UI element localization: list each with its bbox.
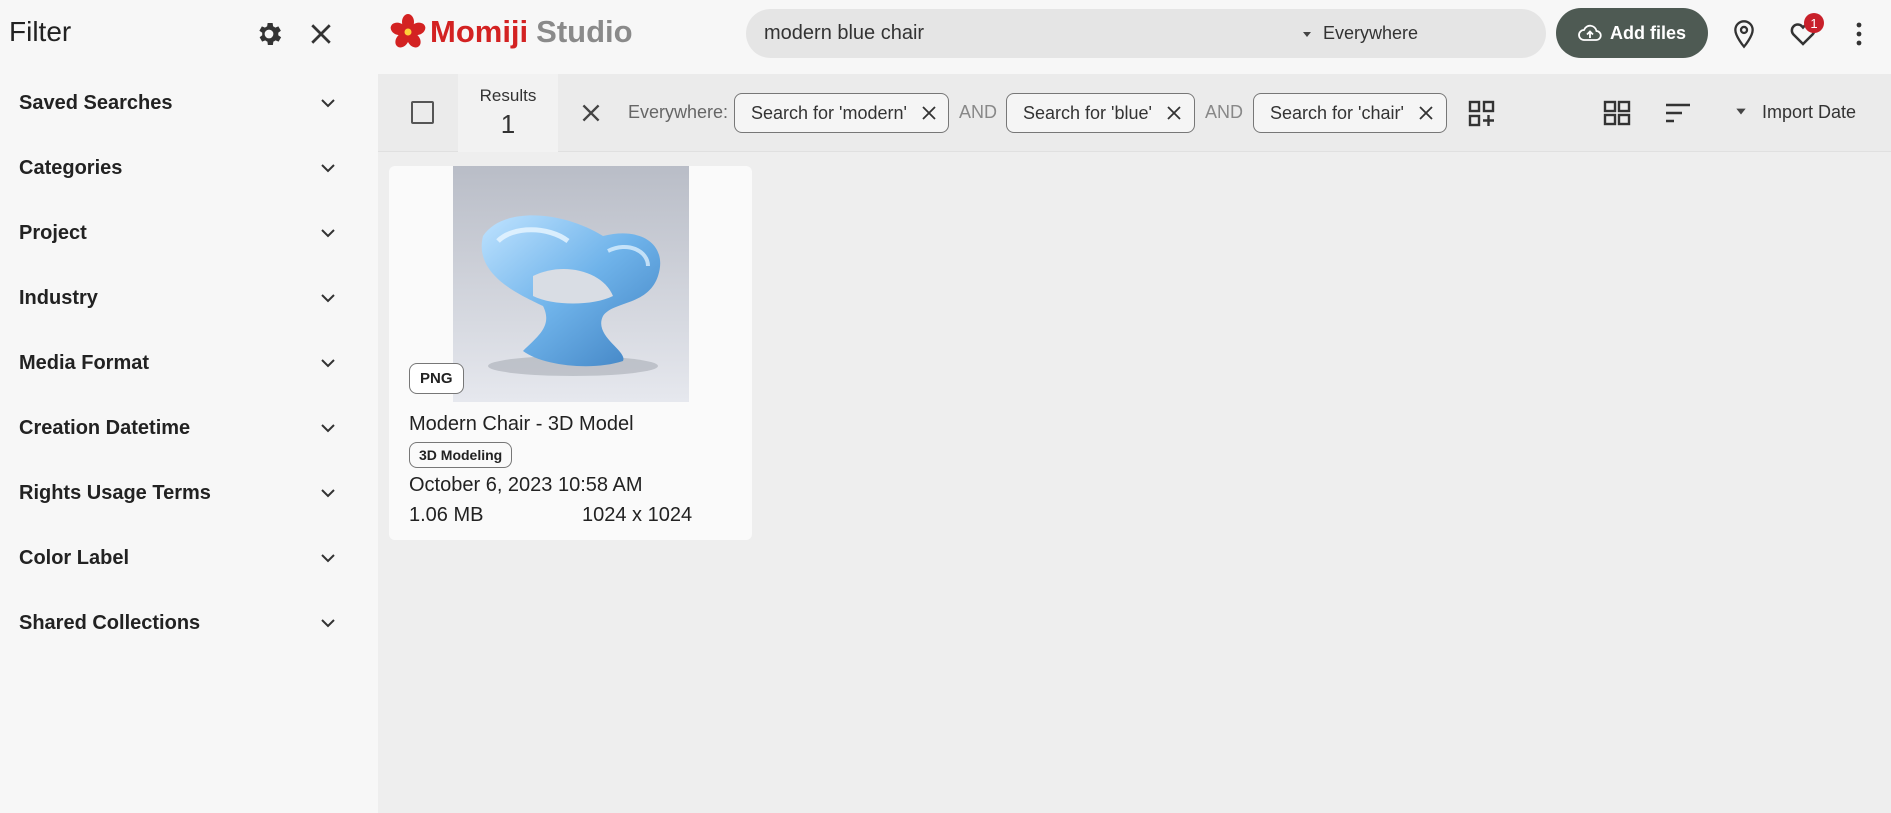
filter-media-format[interactable]: Media Format bbox=[0, 331, 378, 396]
filter-list: Saved Searches Categories Project Indust… bbox=[0, 71, 378, 656]
chevron-down-icon bbox=[321, 554, 335, 563]
chevron-down-icon bbox=[321, 619, 335, 628]
search-scope-label: Everywhere bbox=[1323, 23, 1419, 43]
asset-title[interactable]: Modern Chair - 3D Model bbox=[409, 413, 634, 436]
search-query: modern blue chair bbox=[764, 22, 925, 44]
sidebar-header: Filter bbox=[0, 0, 378, 68]
add-files-button[interactable]: Add files bbox=[1556, 8, 1708, 58]
sort-field-label[interactable]: Import Date bbox=[1762, 102, 1856, 123]
filter-categories[interactable]: Categories bbox=[0, 136, 378, 201]
asset-file-size: 1.06 MB bbox=[409, 504, 484, 526]
filter-label: Media Format bbox=[19, 352, 150, 374]
filter-label: Creation Datetime bbox=[19, 417, 191, 439]
filter-label: Rights Usage Terms bbox=[19, 482, 211, 504]
add-files-label: Add files bbox=[1609, 22, 1686, 43]
maple-leaf-icon bbox=[390, 14, 426, 48]
filter-rights-usage-terms[interactable]: Rights Usage Terms bbox=[0, 461, 378, 526]
logo-text-primary: Momiji bbox=[430, 14, 529, 49]
filter-industry[interactable]: Industry bbox=[0, 266, 378, 331]
format-badge: PNG bbox=[409, 363, 464, 394]
results-count: 1 bbox=[500, 109, 516, 139]
search-chip-chair[interactable]: Search for 'chair' bbox=[1253, 93, 1447, 133]
logo-text-secondary: Studio bbox=[536, 14, 633, 49]
asset-card[interactable]: PNG Modern Chair - 3D Model 3D Modeling … bbox=[389, 166, 752, 540]
top-bar: Momiji Studio modern blue chair Everywhe… bbox=[378, 0, 1891, 70]
search-chip-modern[interactable]: Search for 'modern' bbox=[734, 93, 949, 133]
add-filter-grid-icon[interactable] bbox=[1468, 100, 1496, 128]
sidebar-title: Filter bbox=[9, 16, 72, 47]
chevron-down-icon bbox=[321, 489, 335, 498]
close-icon[interactable] bbox=[306, 19, 336, 49]
chevron-down-icon bbox=[321, 99, 335, 108]
asset-dimensions: 1024 x 1024 bbox=[582, 504, 693, 526]
asset-date: October 6, 2023 10:58 AM bbox=[409, 474, 643, 496]
caret-down-icon bbox=[1303, 31, 1311, 37]
results-label: Results bbox=[479, 86, 537, 105]
filter-project[interactable]: Project bbox=[0, 201, 378, 266]
chair-image bbox=[453, 166, 689, 402]
grid-view-icon[interactable] bbox=[1603, 100, 1631, 126]
results-counter: Results 1 bbox=[458, 74, 558, 152]
filter-label: Categories bbox=[19, 157, 123, 179]
close-icon[interactable] bbox=[1166, 105, 1182, 121]
more-vert-icon[interactable] bbox=[1852, 19, 1866, 49]
search-input[interactable]: modern blue chair Everywhere bbox=[746, 9, 1546, 58]
filter-label: Color Label bbox=[19, 547, 130, 569]
chip-label: Search for 'blue' bbox=[1023, 102, 1152, 123]
chevron-down-icon bbox=[321, 164, 335, 173]
results-toolbar: Results 1 Everywhere: Search for 'modern… bbox=[378, 74, 1891, 152]
clear-search-icon[interactable] bbox=[578, 100, 604, 126]
filter-label: Industry bbox=[19, 287, 98, 309]
sort-icon[interactable] bbox=[1664, 101, 1692, 125]
chevron-down-icon bbox=[321, 294, 335, 303]
filter-color-label[interactable]: Color Label bbox=[0, 526, 378, 591]
filter-sidebar: Filter Saved Searches Categories Project… bbox=[0, 0, 378, 813]
filter-shared-collections[interactable]: Shared Collections bbox=[0, 591, 378, 656]
search-scope-select[interactable]: Everywhere bbox=[1301, 23, 1418, 44]
caret-down-icon[interactable] bbox=[1734, 104, 1748, 118]
filter-creation-datetime[interactable]: Creation Datetime bbox=[0, 396, 378, 461]
and-operator: AND bbox=[959, 102, 998, 122]
filter-label: Shared Collections bbox=[19, 612, 201, 634]
notification-badge: 1 bbox=[1804, 13, 1824, 33]
filter-label: Project bbox=[19, 222, 87, 244]
gear-icon[interactable] bbox=[254, 19, 284, 49]
chevron-down-icon bbox=[321, 424, 335, 433]
chip-label: Search for 'chair' bbox=[1270, 102, 1404, 123]
app-logo[interactable]: Momiji Studio bbox=[390, 14, 633, 50]
scope-label: Everywhere: bbox=[628, 102, 729, 122]
asset-thumbnail[interactable] bbox=[453, 166, 689, 402]
category-tag[interactable]: 3D Modeling bbox=[409, 442, 513, 468]
search-chip-blue[interactable]: Search for 'blue' bbox=[1006, 93, 1195, 133]
close-icon[interactable] bbox=[921, 105, 937, 121]
filter-label: Saved Searches bbox=[19, 92, 173, 114]
select-all-checkbox[interactable] bbox=[411, 101, 434, 124]
close-icon[interactable] bbox=[1418, 105, 1434, 121]
chevron-down-icon bbox=[321, 229, 335, 238]
and-operator: AND bbox=[1205, 102, 1244, 122]
filter-saved-searches[interactable]: Saved Searches bbox=[0, 71, 378, 136]
location-pin-icon[interactable] bbox=[1730, 19, 1758, 49]
chevron-down-icon bbox=[321, 359, 335, 368]
cloud-upload-icon bbox=[1578, 24, 1602, 41]
results-area: Results 1 Everywhere: Search for 'modern… bbox=[378, 74, 1891, 813]
chip-label: Search for 'modern' bbox=[751, 102, 907, 123]
